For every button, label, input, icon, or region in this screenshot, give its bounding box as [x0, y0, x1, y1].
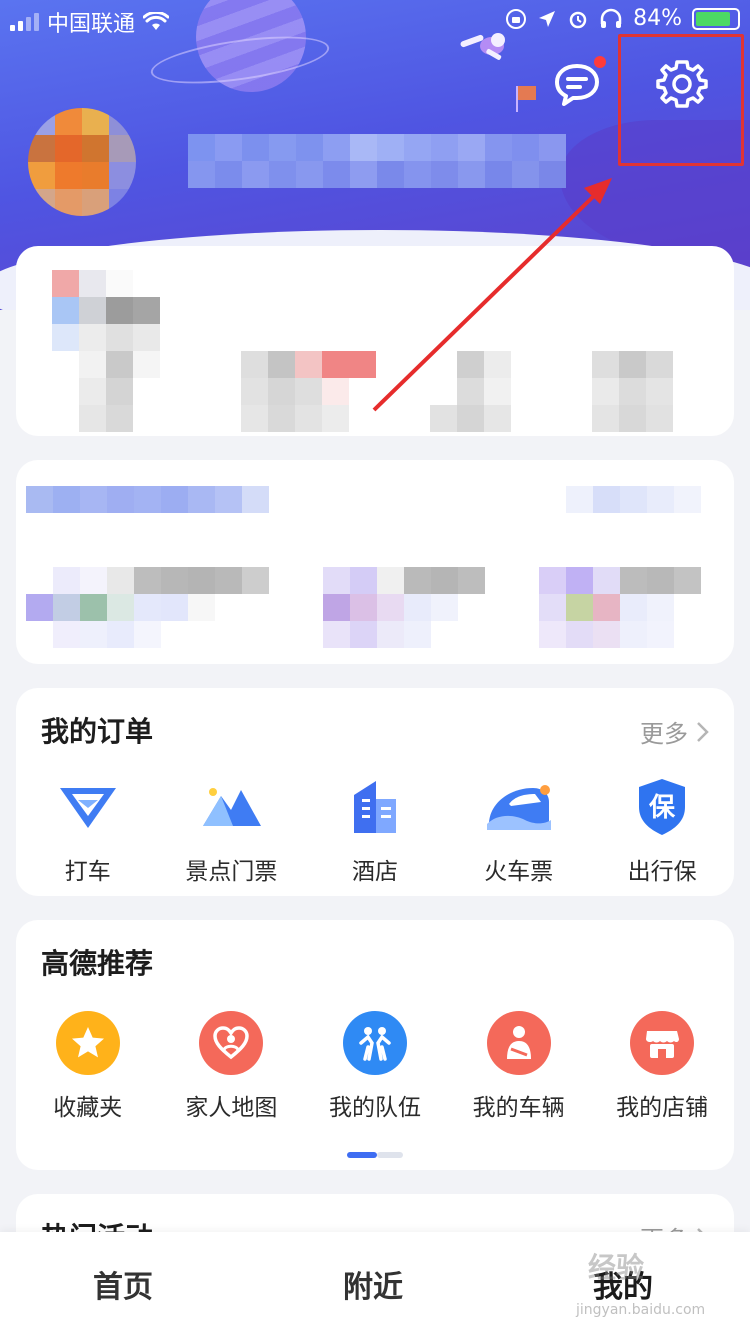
message-bubble-icon[interactable] [552, 60, 602, 110]
my-orders-title: 我的订单 [41, 715, 154, 748]
family-heart-icon [199, 1011, 264, 1075]
orientation-lock-icon [506, 8, 527, 29]
recommend-label-family-map: 家人地图 [185, 1095, 278, 1121]
orders-more-label: 更多 [640, 720, 688, 748]
avatar[interactable] [28, 108, 136, 216]
svg-text:保: 保 [648, 793, 676, 823]
insurance-shield-icon: 保 [639, 779, 686, 835]
membership-blurred-content [26, 486, 728, 648]
wifi-icon [143, 12, 170, 30]
settings-highlight-box [618, 34, 744, 166]
flag-decoration [518, 86, 536, 100]
account-stats-card[interactable] [16, 246, 734, 436]
stats-blurred-content [52, 270, 700, 432]
order-item-taxi[interactable]: 打车 [16, 772, 160, 886]
recommend-label-favorites: 收藏夹 [53, 1095, 123, 1121]
battery-icon [692, 7, 740, 30]
shop-icon [630, 1011, 695, 1075]
order-label-insurance: 出行保 [627, 859, 697, 885]
recommend-label-shop: 我的店铺 [616, 1095, 709, 1121]
driver-icon [486, 1011, 551, 1075]
recommend-label-team: 我的队伍 [328, 1095, 421, 1121]
order-label-tickets: 景点门票 [185, 859, 278, 885]
recommend-title: 高德推荐 [41, 947, 154, 980]
train-icon [486, 785, 551, 830]
taxi-icon [59, 788, 116, 828]
carrier-name: 中国联通 [47, 12, 136, 37]
page-dot-inactive [377, 1152, 403, 1158]
watermark-text: 经验 [588, 1251, 645, 1284]
order-item-train[interactable]: 火车票 [447, 772, 591, 886]
tab-nearby[interactable]: 附近 [343, 1262, 403, 1306]
star-icon [55, 1011, 120, 1075]
order-label-taxi: 打车 [64, 859, 111, 885]
alarm-icon [569, 11, 587, 28]
recommend-item-shop[interactable]: 我的店铺 [590, 1008, 734, 1122]
unread-dot [594, 56, 606, 68]
hotel-building-icon [353, 781, 396, 833]
mountain-icon [203, 788, 262, 826]
recommend-item-favorites[interactable]: 收藏夹 [16, 1008, 160, 1122]
location-arrow-icon [539, 10, 556, 27]
order-label-hotel: 酒店 [351, 859, 398, 885]
order-item-insurance[interactable]: 保 出行保 [590, 772, 734, 886]
recommend-card: 高德推荐 收藏夹 家人地图 我的队伍 我的车辆 我的店铺 [16, 920, 734, 1170]
team-icon [342, 1011, 407, 1075]
battery-percent: 84% [633, 6, 682, 31]
orders-more-link[interactable]: 更多 [640, 714, 710, 749]
recommend-page-indicator [347, 1152, 403, 1158]
watermark-url: jingyan.baidu.com [576, 1302, 706, 1318]
membership-card[interactable] [16, 460, 734, 664]
recommend-item-vehicle[interactable]: 我的车辆 [447, 1008, 591, 1122]
tab-home[interactable]: 首页 [93, 1262, 153, 1306]
user-name-blurred [188, 134, 566, 188]
recommend-item-team[interactable]: 我的队伍 [303, 1008, 447, 1122]
recommend-label-vehicle: 我的车辆 [472, 1095, 565, 1121]
recommend-item-family-map[interactable]: 家人地图 [160, 1008, 304, 1122]
order-label-train: 火车票 [484, 859, 554, 885]
cellular-signal-icon [10, 13, 39, 31]
headphones-icon [600, 8, 622, 28]
chevron-right-icon [697, 721, 709, 742]
my-orders-card: 我的订单 更多 打车 景点门票 酒店 火车票 保 出行保 [16, 688, 734, 896]
page-dot-active [347, 1152, 377, 1158]
order-item-tickets[interactable]: 景点门票 [160, 772, 304, 886]
order-item-hotel[interactable]: 酒店 [303, 772, 447, 886]
